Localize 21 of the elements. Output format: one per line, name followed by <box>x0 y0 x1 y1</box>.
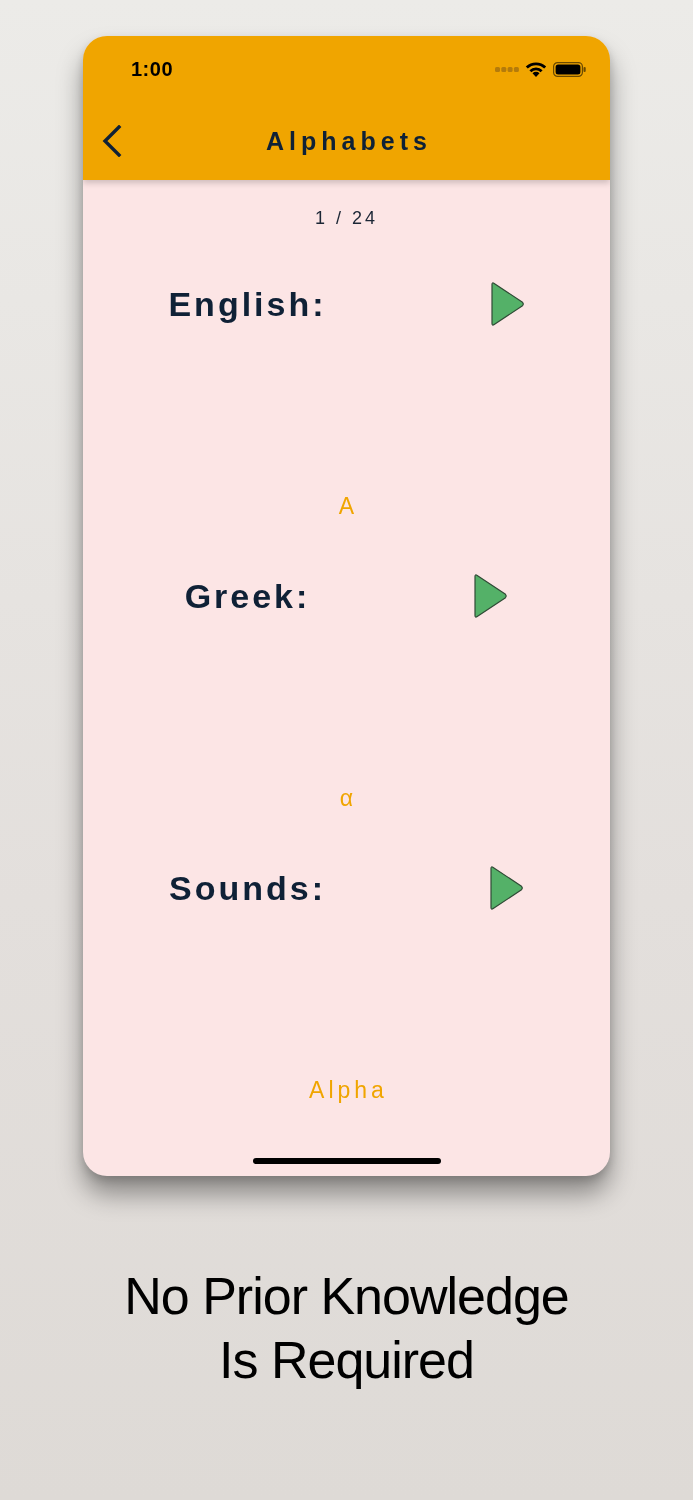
wifi-icon <box>525 61 547 77</box>
section-value: Alpha <box>308 1076 388 1104</box>
play-icon <box>472 573 509 619</box>
status-time: 1:00 <box>131 57 174 81</box>
signal-dots-icon <box>495 66 519 72</box>
back-icon <box>101 125 123 157</box>
battery-icon <box>553 61 586 77</box>
back-button[interactable] <box>101 125 123 157</box>
page-counter: 1 / 24 <box>314 208 378 228</box>
play-button[interactable] <box>488 865 524 911</box>
play-button[interactable] <box>472 573 509 619</box>
section-label: Greek: <box>184 576 311 616</box>
section-label: Sounds: <box>169 868 326 908</box>
play-icon <box>488 281 525 327</box>
section-value: A <box>337 492 359 520</box>
play-button[interactable] <box>488 281 525 327</box>
caption-text: No Prior Knowledge Is Required <box>123 1266 570 1391</box>
section-value: α <box>338 784 358 812</box>
section-label: English: <box>168 284 327 324</box>
play-icon <box>488 865 524 911</box>
screen-title: Alphabets <box>265 126 433 156</box>
